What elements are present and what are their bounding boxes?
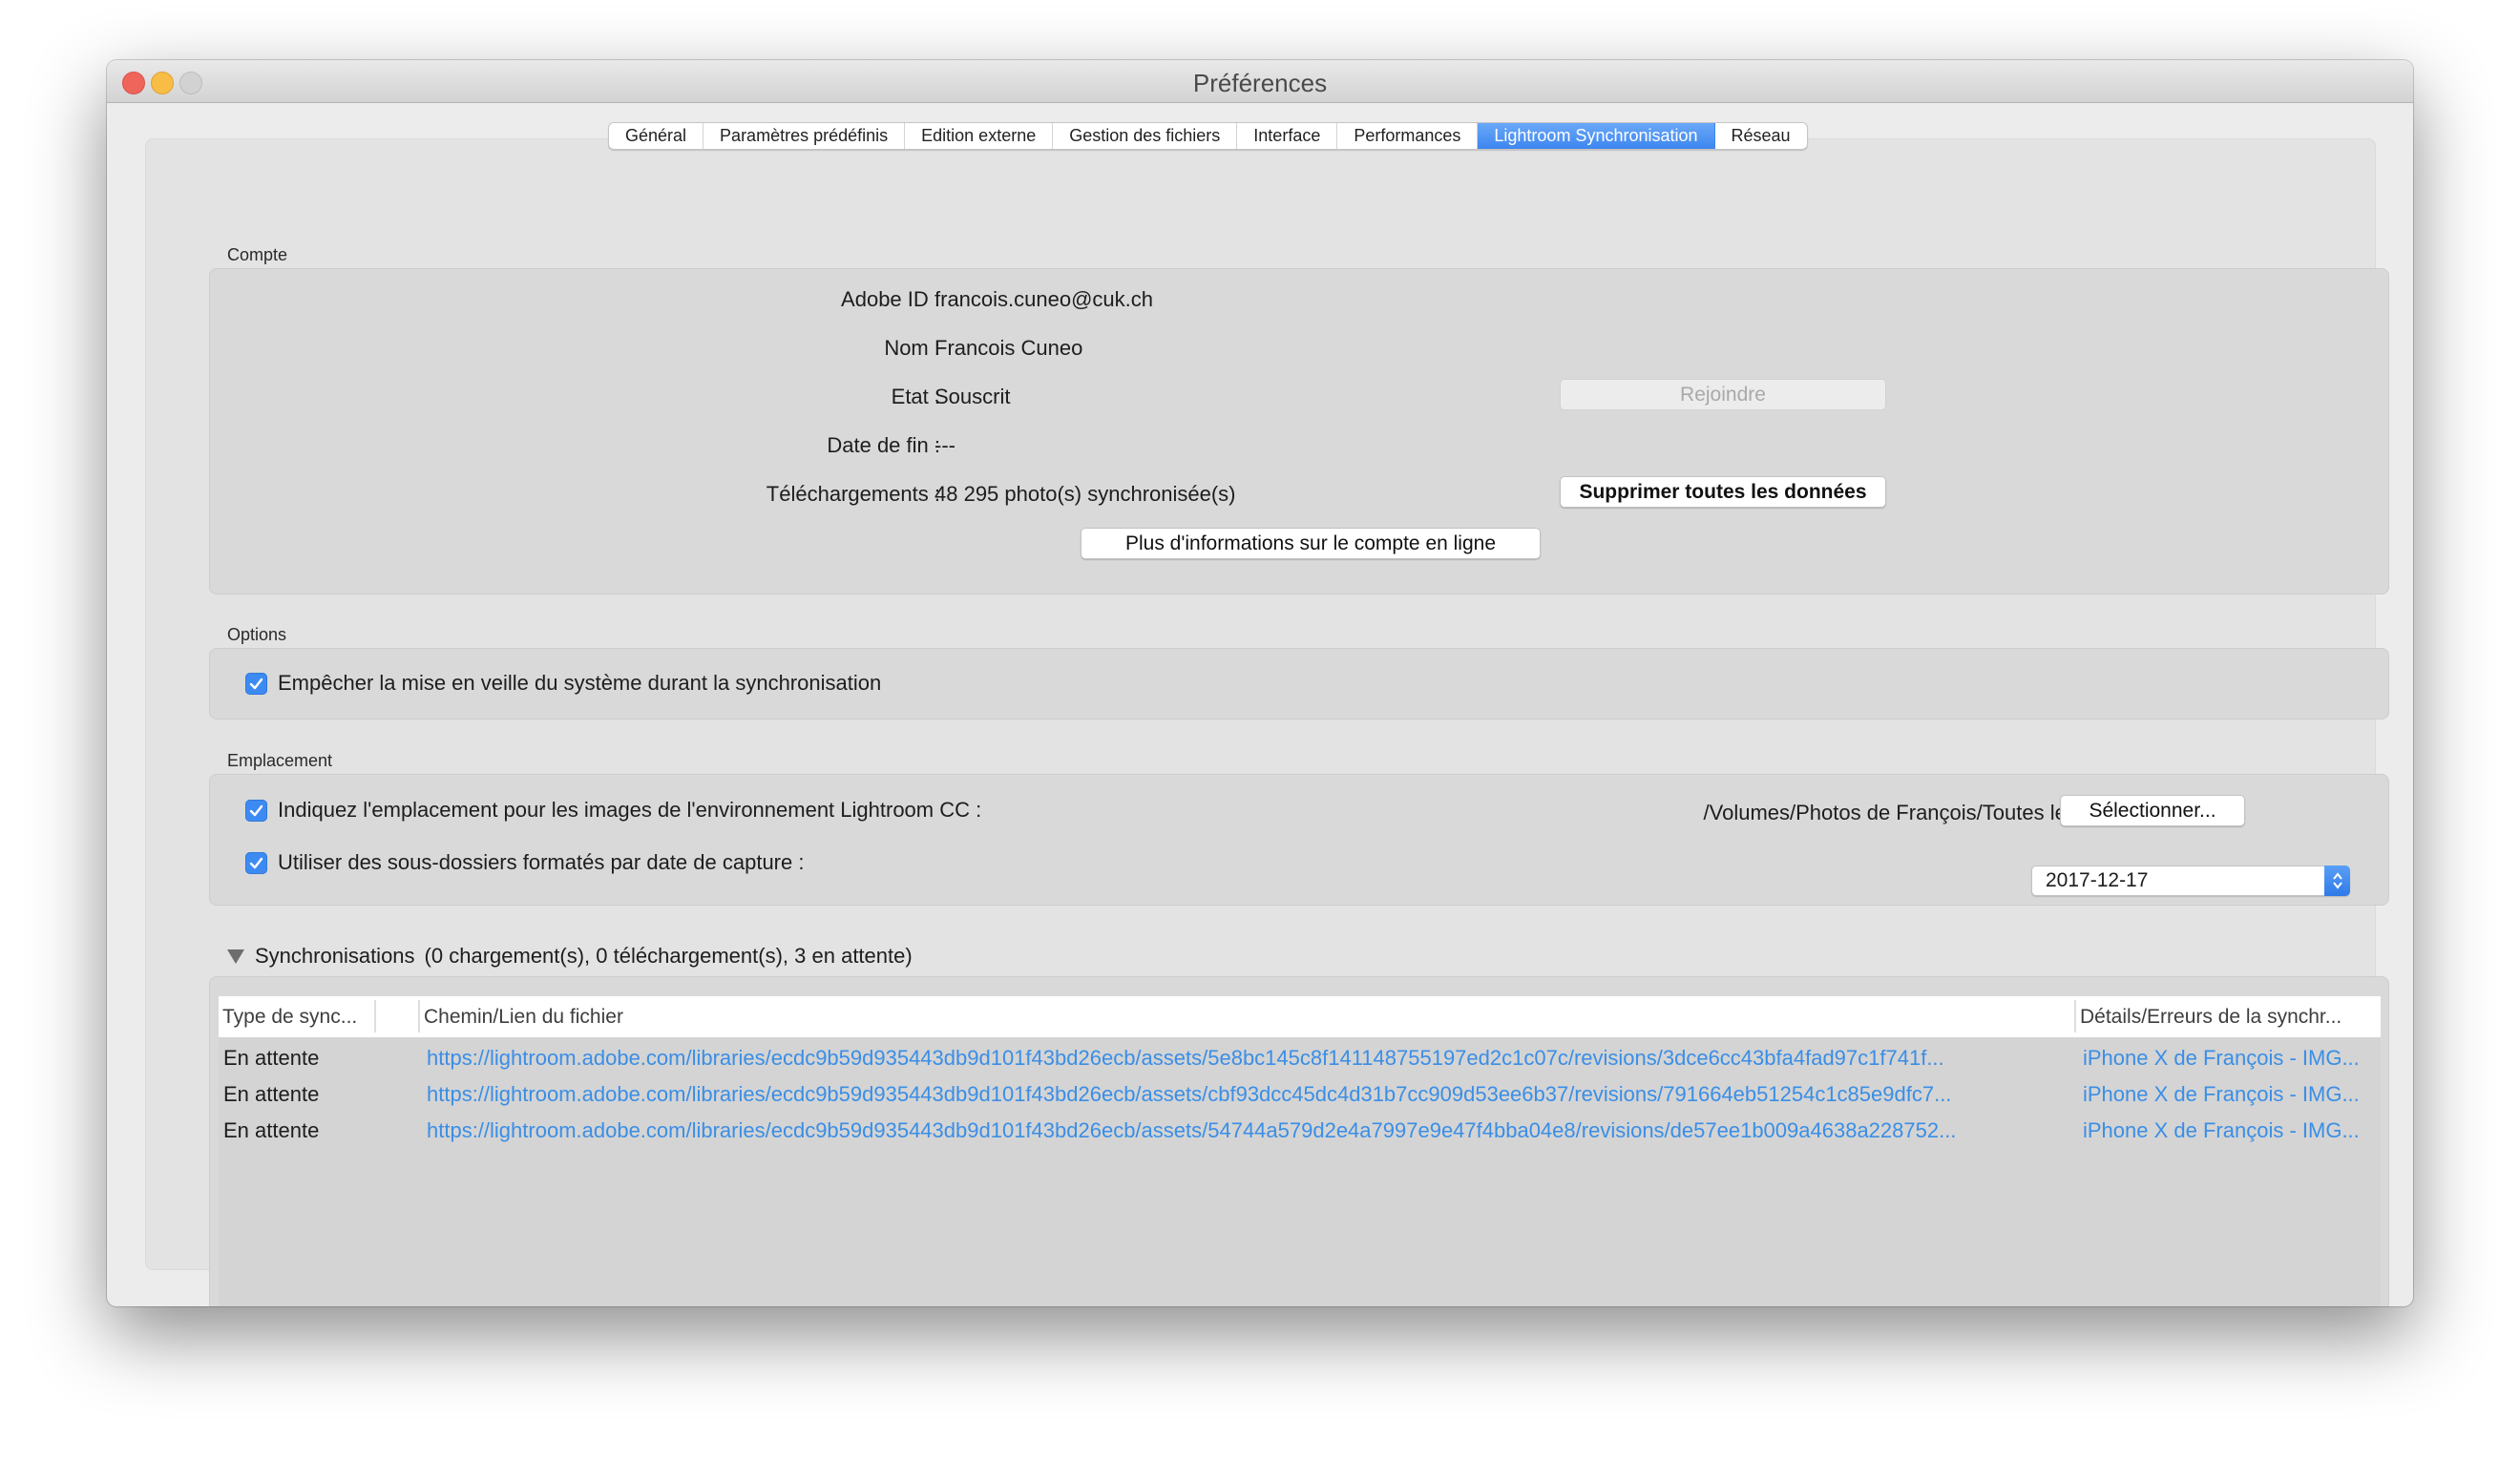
tab-performance[interactable]: Performances xyxy=(1337,123,1479,149)
account-section-label: Compte xyxy=(227,245,288,264)
specify-location-option[interactable]: Indiquez l'emplacement pour les images d… xyxy=(245,798,981,823)
table-row[interactable]: En attente https://lightroom.adobe.com/l… xyxy=(219,1040,2381,1076)
end-date-label: Date de fin : xyxy=(827,433,940,457)
table-header: Type de sync... Chemin/Lien du fichier D… xyxy=(219,996,2381,1037)
column-header-details[interactable]: Détails/Erreurs de la synchr... xyxy=(2080,996,2342,1037)
date-format-value: 2017-12-17 xyxy=(2046,869,2149,891)
prevent-sleep-option[interactable]: Empêcher la mise en veille du système du… xyxy=(245,671,881,696)
column-separator[interactable] xyxy=(374,1000,376,1032)
sync-title: Synchronisations xyxy=(255,944,415,968)
status-label: Etat : xyxy=(891,385,940,408)
use-subfolders-option[interactable]: Utiliser des sous-dossiers formatés par … xyxy=(245,850,804,875)
join-button[interactable]: Rejoindre xyxy=(1560,379,1886,410)
tab-presets[interactable]: Paramètres prédéfinis xyxy=(704,123,906,149)
disclosure-triangle-icon[interactable] xyxy=(226,948,245,965)
table-row[interactable]: En attente https://lightroom.adobe.com/l… xyxy=(219,1113,2381,1149)
options-section-label: Options xyxy=(227,625,287,644)
tab-bar: Général Paramètres prédéfinis Edition ex… xyxy=(608,122,1808,150)
tab-file-handling[interactable]: Gestion des fichiers xyxy=(1053,123,1238,149)
prevent-sleep-label: Empêcher la mise en veille du système du… xyxy=(278,671,882,695)
sync-disclosure[interactable]: Synchronisations (0 chargement(s), 0 tél… xyxy=(226,944,913,969)
column-header-path[interactable]: Chemin/Lien du fichier xyxy=(424,996,623,1037)
more-account-info-button[interactable]: Plus d'informations sur le compte en lig… xyxy=(1081,528,1541,559)
tab-general[interactable]: Général xyxy=(609,123,704,149)
adobe-id-value: francois.cuneo@cuk.ch xyxy=(934,287,1154,311)
column-separator[interactable] xyxy=(2074,1000,2076,1032)
tab-lightroom-sync[interactable]: Lightroom Synchronisation xyxy=(1478,123,1715,149)
checkmark-icon xyxy=(249,678,263,689)
sync-table[interactable]: Type de sync... Chemin/Lien du fichier D… xyxy=(219,996,2381,1306)
location-section-label: Emplacement xyxy=(227,751,333,770)
delete-all-data-button[interactable]: Supprimer toutes les données xyxy=(1560,476,1886,508)
specify-location-checkbox[interactable] xyxy=(245,799,267,822)
row-details: iPhone X de François - IMG... xyxy=(2083,1082,2360,1106)
tab-panel: Compte Adobe ID : francois.cuneo@cuk.ch … xyxy=(145,138,2389,1306)
select-location-button[interactable]: Sélectionner... xyxy=(2060,795,2245,826)
sync-summary: (0 chargement(s), 0 téléchargement(s), 3… xyxy=(424,944,913,968)
end-date-value: --- xyxy=(934,433,956,457)
options-group: Empêcher la mise en veille du système du… xyxy=(209,648,2389,720)
name-label: Nom : xyxy=(884,336,940,360)
account-group: Adobe ID : francois.cuneo@cuk.ch Nom : F… xyxy=(209,268,2389,594)
row-type: En attente xyxy=(223,1082,320,1106)
row-path-link[interactable]: https://lightroom.adobe.com/libraries/ec… xyxy=(427,1113,2068,1149)
preferences-window: Préférences Général Paramètres prédéfini… xyxy=(107,60,2413,1306)
prevent-sleep-checkbox[interactable] xyxy=(245,672,267,695)
tab-external-editing[interactable]: Edition externe xyxy=(905,123,1054,149)
row-details: iPhone X de François - IMG... xyxy=(2083,1118,2360,1142)
tab-network[interactable]: Réseau xyxy=(1715,123,1807,149)
row-type: En attente xyxy=(223,1046,320,1070)
column-header-type[interactable]: Type de sync... xyxy=(222,996,357,1037)
row-path-link[interactable]: https://lightroom.adobe.com/libraries/ec… xyxy=(427,1040,2068,1076)
checkmark-icon xyxy=(249,804,263,816)
tab-interface[interactable]: Interface xyxy=(1237,123,1338,149)
table-row[interactable]: En attente https://lightroom.adobe.com/l… xyxy=(219,1076,2381,1113)
downloads-label: Téléchargements : xyxy=(766,482,940,506)
checkmark-icon xyxy=(249,857,263,868)
downloads-value: 48 295 photo(s) synchronisée(s) xyxy=(934,482,1236,506)
status-value: Souscrit xyxy=(934,385,1011,408)
name-value: Francois Cuneo xyxy=(934,336,1083,360)
select-arrows-icon xyxy=(2324,866,2350,896)
row-path-link[interactable]: https://lightroom.adobe.com/libraries/ec… xyxy=(427,1076,2068,1113)
use-subfolders-checkbox[interactable] xyxy=(245,851,267,874)
row-type: En attente xyxy=(223,1118,320,1142)
title-bar[interactable]: Préférences xyxy=(107,60,2413,103)
date-format-select[interactable]: 2017-12-17 xyxy=(2031,866,2350,896)
adobe-id-label: Adobe ID : xyxy=(841,287,940,311)
specify-location-label: Indiquez l'emplacement pour les images d… xyxy=(278,798,982,822)
row-details: iPhone X de François - IMG... xyxy=(2083,1046,2360,1070)
column-separator[interactable] xyxy=(418,1000,420,1032)
use-subfolders-label: Utiliser des sous-dossiers formatés par … xyxy=(278,850,805,874)
window-title: Préférences xyxy=(1192,69,1328,97)
